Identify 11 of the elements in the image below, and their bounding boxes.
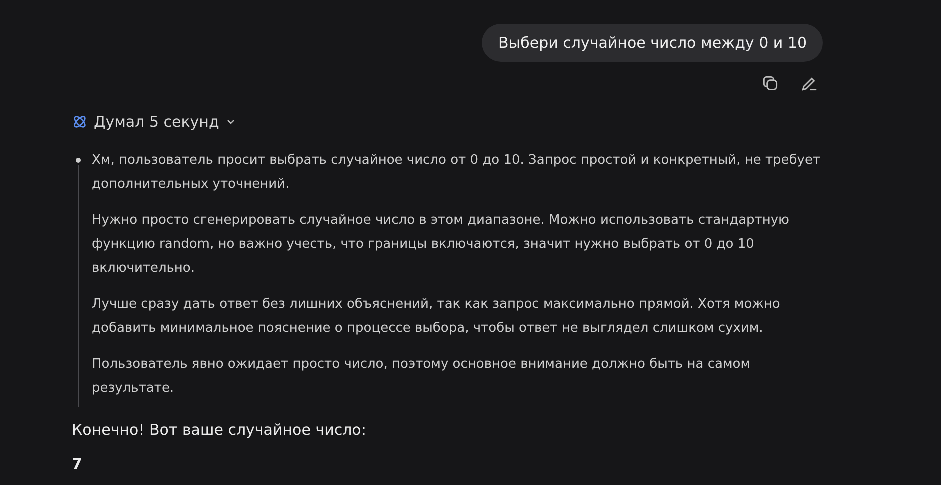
bullet-icon	[76, 158, 81, 163]
thinking-paragraph: Нужно просто сгенерировать случайное число в этом диапазоне. Можно использовать стандартную функцию random, но важно учесть, что границы включаются, значит нужно выбрать от 0 до 10 включительно.	[92, 212, 790, 278]
atom-icon	[72, 114, 88, 130]
thinking-paragraph: Хм, пользователь просит выбрать случайное число от 0 до 10. Запрос простой и конкретный, не требует дополнительных уточнений.	[92, 152, 822, 194]
thinking-paragraph: Лучше сразу дать ответ без лишних объяснений, так как запрос максимально прямой. Хотя можно добавить минимальное пояснение о процессе выбора, чтобы ответ не выглядел слишком сухим.	[92, 296, 782, 338]
copy-icon[interactable]	[761, 74, 780, 93]
answer-number: 7	[72, 455, 82, 473]
thinking-paragraph: Пользователь явно ожидает просто число, поэтому основное внимание должно быть на самом результате.	[92, 356, 752, 398]
thinking-toggle[interactable]: Думал 5 секунд	[72, 113, 238, 131]
user-message: Выбери случайное число между 0 и 10	[482, 24, 823, 62]
answer-text: Конечно! Вот ваше случайное число:	[72, 421, 368, 439]
